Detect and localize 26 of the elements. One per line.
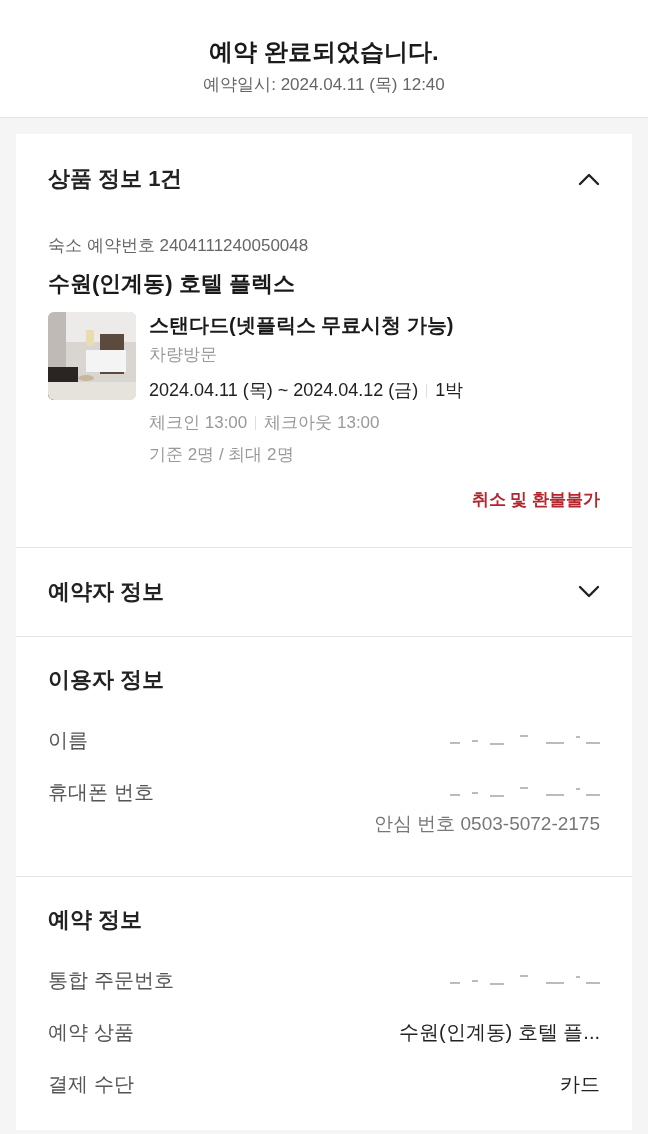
row-value: 수원(인계동) 호텔 플... [398, 1020, 600, 1045]
visit-type: 차량방문 [149, 343, 218, 366]
stay-dates: 2024.04.11 (목) ~ 2024.04.12 (금) [149, 379, 419, 402]
section-title: 예약자 정보 [48, 578, 165, 606]
row-label: 결제 수단 [48, 1072, 134, 1097]
section-title: 이용자 정보 [48, 665, 166, 694]
row-label: 이름 [48, 727, 88, 753]
row-label: 통합 주문번호 [48, 968, 174, 993]
room-name: 스탠다드(넷플릭스 무료시청 가능) [149, 312, 455, 338]
refund-policy: 취소 및 환불불가 [471, 489, 600, 511]
safe-number: 안심 번호 0503-5072-2175 [374, 811, 600, 836]
guest-capacity: 기준 2명 / 최대 2명 [149, 443, 295, 466]
row-label: 예약 상품 [48, 1020, 134, 1045]
hotel-name: 수원(인계동) 호텔 플렉스 [48, 269, 296, 298]
chevron-down-icon[interactable] [578, 584, 600, 599]
row-value: 카드 [560, 1072, 600, 1097]
section-title: 예약 정보 [48, 906, 144, 934]
booking-datetime: 예약일시: 2024.04.11 (목) 12:40 [203, 73, 445, 96]
row-label: 휴대폰 번호 [48, 779, 154, 805]
chevron-up-icon[interactable] [578, 171, 600, 186]
booking-number: 숙소 예약번호 2404111240050048 [48, 235, 310, 257]
check-in-time: 체크인 13:00 [149, 412, 248, 434]
page-title: 예약 완료되었습니다. [209, 36, 439, 67]
nights: 1박 [435, 379, 464, 402]
section-title: 상품 정보 1건 [48, 165, 183, 193]
check-out-time: 체크아웃 13:00 [264, 412, 380, 434]
